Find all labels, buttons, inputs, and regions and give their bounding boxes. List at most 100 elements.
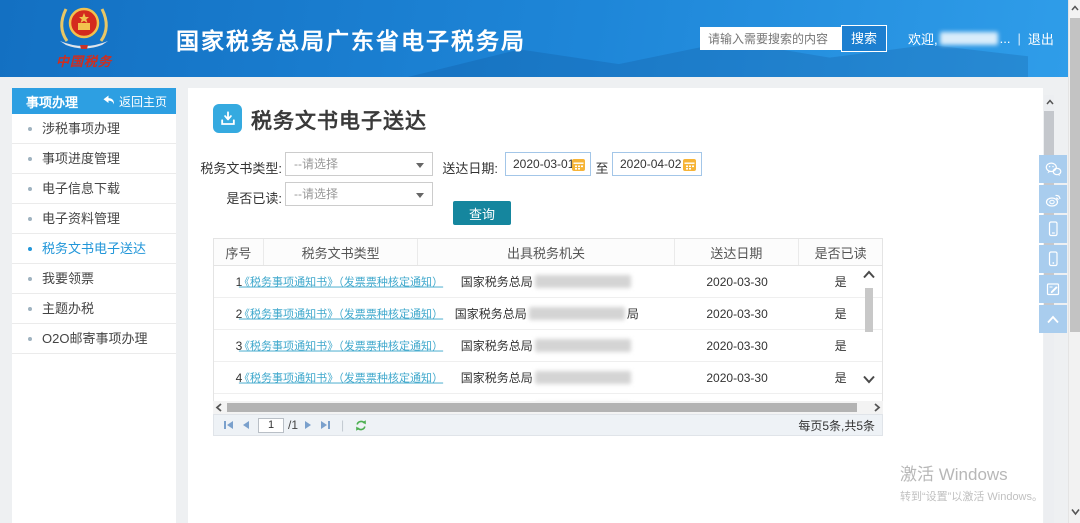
tax-emblem-logo	[52, 5, 116, 51]
sidebar-item-label: 事项进度管理	[42, 151, 121, 166]
back-home-link[interactable]: 返回主页	[102, 93, 167, 110]
logout-link[interactable]: 退出	[1028, 29, 1054, 48]
browser-scroll-down-icon[interactable]	[1070, 508, 1080, 516]
sidebar-item-o2o-mail[interactable]: O2O邮寄事项办理	[12, 324, 176, 354]
sidebar-item-label: 电子资料管理	[42, 211, 121, 226]
sidebar-item-edoc-manage[interactable]: 电子资料管理	[12, 204, 176, 234]
browser-scroll-up-icon[interactable]	[1070, 5, 1080, 11]
table-header: 序号 税务文书类型 出具税务机关 送达日期 是否已读	[213, 238, 883, 266]
date-range-separator: 至	[595, 161, 609, 176]
prev-page-button[interactable]	[242, 420, 250, 430]
wechat-icon[interactable]	[1039, 155, 1067, 183]
doc-type-label: 税务文书类型:	[200, 161, 282, 176]
floating-share-panel	[1039, 155, 1067, 335]
calendar-icon[interactable]	[682, 157, 697, 172]
sidebar-item-edelivery-active[interactable]: 税务文书电子送达	[12, 234, 176, 264]
bullet-icon	[28, 337, 32, 341]
col-read: 是否已读	[814, 245, 867, 261]
authority-blurred	[528, 307, 625, 320]
doc-link[interactable]: 《税务事项通知书》（发票票种核定通知）	[239, 306, 443, 322]
main-panel: 税务文书电子送达 税务文书类型: --请选择 送达日期: 2020-03-01 …	[188, 88, 1043, 523]
col-doc-type: 税务文书类型	[264, 239, 419, 265]
read-status-select[interactable]: --请选择	[285, 182, 433, 206]
sidebar-item-label: O2O邮寄事项办理	[42, 331, 148, 346]
doc-link[interactable]: 《税务事项通知书》（发票票种核定通知）	[239, 274, 443, 290]
table-scroll-down-icon[interactable]	[862, 375, 876, 384]
pagination-summary: 每页5条,共5条	[798, 418, 875, 433]
download-title-icon	[213, 104, 242, 133]
query-button[interactable]: 查询	[453, 201, 511, 225]
table-row-partial: 5 《税务事项通知书》（发票票种核定通知） 国家税务总局 2020-03-30 …	[214, 394, 882, 401]
sidebar-item-theme-tax[interactable]: 主题办税	[12, 294, 176, 324]
calendar-icon[interactable]	[571, 157, 586, 172]
read-cell: 是	[834, 339, 847, 353]
bullet-icon	[28, 247, 32, 251]
sidebar-item-tax-matters[interactable]: 涉税事项办理	[12, 114, 176, 144]
table-row: 1 《税务事项通知书》（发票票种核定通知） 国家税务总局 2020-03-30 …	[214, 266, 882, 298]
search-button[interactable]: 搜索	[841, 25, 887, 52]
col-authority: 出具税务机关	[418, 239, 675, 265]
chevron-down-icon	[416, 193, 424, 198]
first-page-button[interactable]	[223, 420, 234, 430]
scroll-left-icon[interactable]	[215, 403, 223, 412]
delivery-date-label: 送达日期:	[442, 161, 498, 176]
watermark-line2: 转到“设置”以激活 Windows。	[900, 491, 1044, 503]
read-cell: 是	[799, 394, 882, 401]
doc-type-select[interactable]: --请选择	[285, 152, 433, 176]
mobile-site-icon[interactable]	[1039, 245, 1067, 273]
sidebar-item-progress[interactable]: 事项进度管理	[12, 144, 176, 174]
back-to-top-button[interactable]	[1039, 305, 1067, 333]
refresh-icon[interactable]	[354, 419, 368, 432]
pagination-bar: 1 /1 | 每页5条,共5条	[213, 414, 883, 436]
content-scroll-up-icon[interactable]	[1045, 99, 1055, 105]
next-page-button[interactable]	[304, 420, 312, 430]
feedback-edit-icon[interactable]	[1039, 275, 1067, 303]
pager-divider: |	[341, 418, 345, 432]
delivery-date-cell: 2020-03-30	[706, 306, 768, 321]
scroll-right-icon[interactable]	[873, 403, 881, 412]
sidebar: 事项办理 返回主页 涉税事项办理 事项进度管理 电子信息下载 电子资料管理 税务…	[12, 88, 176, 523]
authority-blurred	[534, 339, 631, 352]
doc-type-value: --请选择	[294, 157, 338, 171]
welcome-area: 欢迎, ... | 退出	[908, 29, 1054, 48]
watermark-line1: 激活 Windows	[900, 465, 1008, 484]
delivery-date-cell: 2020-03-30	[675, 394, 800, 401]
table-horizontal-scrollbar[interactable]	[213, 401, 883, 414]
sidebar-panel-title: 事项办理	[26, 94, 79, 110]
search-input[interactable]	[700, 27, 841, 50]
sidebar-item-label: 涉税事项办理	[42, 121, 121, 136]
username-blurred	[939, 32, 998, 45]
date-to-input[interactable]: 2020-04-02	[612, 152, 702, 176]
bullet-icon	[28, 187, 32, 191]
table-scroll-up-icon[interactable]	[862, 270, 876, 279]
doc-link[interactable]: 《税务事项通知书》（发票票种核定通知）	[239, 338, 443, 354]
weibo-icon[interactable]	[1039, 185, 1067, 213]
app-root: 中国税务 国家税务总局广东省电子税务局 搜索 欢迎, ... | 退出 事项办理…	[0, 0, 1080, 523]
chevron-down-icon	[416, 163, 424, 168]
read-status-value: --请选择	[294, 187, 338, 201]
horizontal-scrollbar-thumb[interactable]	[227, 403, 857, 412]
page-title: 税务文书电子送达	[251, 110, 427, 133]
welcome-divider: |	[1017, 31, 1021, 46]
top-header: 中国税务 国家税务总局广东省电子税务局 搜索 欢迎, ... | 退出	[0, 0, 1068, 77]
delivery-date-cell: 2020-03-30	[706, 338, 768, 353]
welcome-ellipsis: ...	[999, 31, 1011, 46]
mobile-app-icon[interactable]	[1039, 215, 1067, 243]
site-title: 国家税务总局广东省电子税务局	[176, 28, 526, 54]
sidebar-item-einfo-download[interactable]: 电子信息下载	[12, 174, 176, 204]
date-from-input[interactable]: 2020-03-01	[505, 152, 591, 176]
last-page-button[interactable]	[320, 420, 331, 430]
authority-cell: 国家税务总局	[419, 266, 675, 297]
authority-blurred	[534, 275, 631, 288]
page-number-input[interactable]: 1	[258, 417, 284, 433]
browser-scrollbar[interactable]	[1068, 0, 1080, 523]
back-home-label: 返回主页	[118, 94, 167, 109]
browser-scrollbar-thumb[interactable]	[1070, 18, 1080, 332]
table-scrollbar-thumb[interactable]	[865, 288, 873, 332]
bullet-icon	[28, 307, 32, 311]
sidebar-item-invoice[interactable]: 我要领票	[12, 264, 176, 294]
authority-cell: 国家税务总局	[419, 394, 675, 401]
sidebar-item-label: 我要领票	[42, 271, 95, 286]
authority-cell: 国家税务总局	[419, 362, 675, 393]
doc-link[interactable]: 《税务事项通知书》（发票票种核定通知）	[239, 370, 443, 386]
